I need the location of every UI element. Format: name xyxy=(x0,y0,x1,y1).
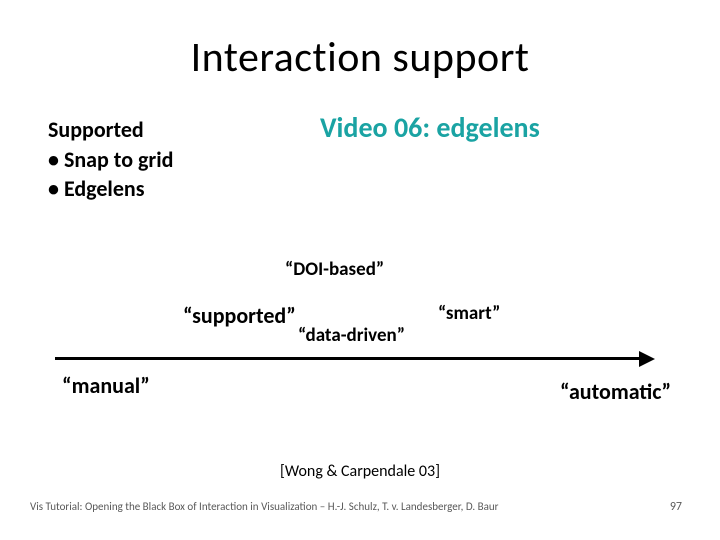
video-label: Video 06: edgelens xyxy=(320,110,540,145)
scale-label-data-driven: “data-driven” xyxy=(298,324,405,347)
arrow-head-icon xyxy=(639,351,655,367)
scale-end-automatic: “automatic” xyxy=(560,378,671,405)
footer-text: Vis Tutorial: Opening the Black Box of I… xyxy=(30,500,499,513)
list-item: Edgelens xyxy=(48,174,173,204)
scale-label-supported: “supported” xyxy=(183,302,296,329)
citation: [Wong & Carpendale 03] xyxy=(0,462,720,481)
supported-heading: Supported xyxy=(48,115,173,145)
slide: Interaction support Supported Snap to gr… xyxy=(0,0,720,540)
supported-block: Supported Snap to grid Edgelens xyxy=(48,115,173,204)
scale-label-smart: “smart” xyxy=(438,302,500,325)
slide-title: Interaction support xyxy=(0,32,720,83)
axis-arrow xyxy=(55,352,655,366)
list-item: Snap to grid xyxy=(48,145,173,175)
page-number: 97 xyxy=(670,500,682,514)
scale-label-doi: “DOI-based” xyxy=(285,258,384,281)
scale-end-manual: “manual” xyxy=(62,372,150,399)
arrow-line xyxy=(55,357,641,360)
supported-list: Snap to grid Edgelens xyxy=(48,145,173,204)
